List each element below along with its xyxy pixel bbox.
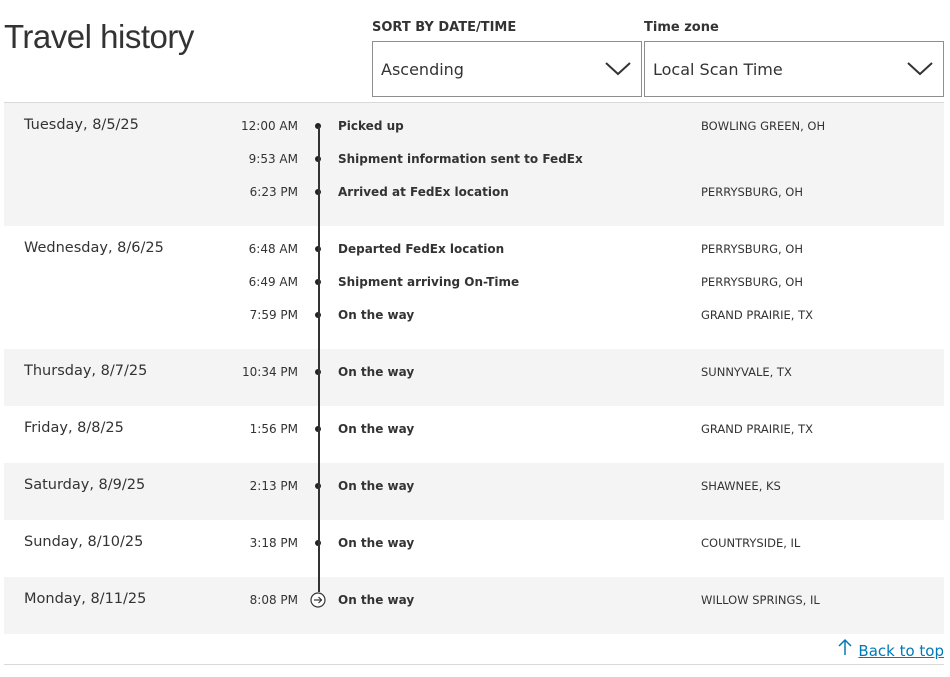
event-row: 8:08 PM On the way WILLOW SPRINGS, IL	[4, 590, 944, 610]
event-status: On the way	[338, 479, 415, 493]
event-location: SHAWNEE, KS	[701, 479, 781, 493]
travel-history-list: Tuesday, 8/5/25 12:00 AM Picked up BOWLING …	[4, 103, 944, 634]
event-row: 9:53 AM Shipment information sent to FedE…	[4, 149, 944, 169]
day-group: Monday, 8/11/25 8:08 PM On the way WILLOW S…	[4, 577, 944, 634]
day-group: Tuesday, 8/5/25 12:00 AM Picked up BOWLING …	[4, 103, 944, 226]
chevron-down-icon	[603, 59, 633, 79]
arrow-right-circle-icon	[310, 592, 326, 608]
event-row: 2:13 PM On the way SHAWNEE, KS	[4, 476, 944, 496]
event-location: SUNNYVALE, TX	[701, 365, 792, 379]
event-time: 8:08 PM	[249, 593, 298, 607]
event-status: On the way	[338, 536, 415, 550]
event-location: GRAND PRAIRIE, TX	[701, 422, 813, 436]
divider	[4, 664, 944, 665]
event-time: 6:48 AM	[248, 242, 298, 256]
event-location: PERRYSBURG, OH	[701, 242, 803, 256]
event-time: 12:00 AM	[241, 119, 298, 133]
event-row: 6:23 PM Arrived at FedEx location PERRYSBU…	[4, 182, 944, 202]
sort-dropdown-value: Ascending	[381, 59, 464, 79]
event-time: 6:23 PM	[249, 185, 298, 199]
event-row: 10:34 PM On the way SUNNYVALE, TX	[4, 362, 944, 382]
event-time: 7:59 PM	[249, 308, 298, 322]
event-status: On the way	[338, 365, 415, 379]
event-time: 9:53 AM	[248, 152, 298, 166]
event-location: COUNTRYSIDE, IL	[701, 536, 801, 550]
event-row: 7:59 PM On the way GRAND PRAIRIE, TX	[4, 305, 944, 325]
event-row: 3:18 PM On the way COUNTRYSIDE, IL	[4, 533, 944, 553]
event-time: 10:34 PM	[242, 365, 298, 379]
event-location: WILLOW SPRINGS, IL	[701, 593, 820, 607]
event-status: On the way	[338, 422, 415, 436]
event-status: On the way	[338, 593, 415, 607]
timezone-dropdown[interactable]: Local Scan Time	[644, 41, 944, 97]
event-time: 6:49 AM	[248, 275, 298, 289]
event-status: Shipment arriving On-Time	[338, 275, 520, 289]
day-group: Sunday, 8/10/25 3:18 PM On the way COUNTRYS…	[4, 520, 944, 577]
event-status: On the way	[338, 308, 415, 322]
event-status: Picked up	[338, 119, 404, 133]
event-row: 12:00 AM Picked up BOWLING GREEN, OH	[4, 116, 944, 136]
day-group: Friday, 8/8/25 1:56 PM On the way GRAND PRA…	[4, 406, 944, 463]
day-group: Wednesday, 8/6/25 6:48 AM Departed FedEx l…	[4, 226, 944, 349]
arrow-up-icon	[838, 638, 852, 660]
event-time: 1:56 PM	[249, 422, 298, 436]
back-to-top-link[interactable]: Back to top	[838, 638, 944, 660]
event-status: Arrived at FedEx location	[338, 185, 509, 199]
event-location: PERRYSBURG, OH	[701, 185, 803, 199]
sort-label: SORT BY DATE/TIME	[372, 20, 517, 35]
event-location: GRAND PRAIRIE, TX	[701, 308, 813, 322]
back-to-top-label: Back to top	[858, 642, 944, 660]
page-title: Travel history	[4, 18, 194, 55]
chevron-down-icon	[905, 59, 935, 79]
event-status: Shipment information sent to FedEx	[338, 152, 583, 166]
event-time: 2:13 PM	[249, 479, 298, 493]
timezone-label: Time zone	[644, 20, 719, 35]
timeline-line	[318, 126, 320, 592]
event-status: Departed FedEx location	[338, 242, 505, 256]
event-row: 1:56 PM On the way GRAND PRAIRIE, TX	[4, 419, 944, 439]
day-group: Thursday, 8/7/25 10:34 PM On the way SUNNYV…	[4, 349, 944, 406]
event-location: BOWLING GREEN, OH	[701, 119, 826, 133]
event-location: PERRYSBURG, OH	[701, 275, 803, 289]
timezone-dropdown-value: Local Scan Time	[653, 59, 783, 79]
sort-dropdown[interactable]: Ascending	[372, 41, 642, 97]
event-time: 3:18 PM	[249, 536, 298, 550]
event-row: 6:49 AM Shipment arriving On-Time PERRYSBU…	[4, 272, 944, 292]
day-group: Saturday, 8/9/25 2:13 PM On the way SHAWNEE…	[4, 463, 944, 520]
event-row: 6:48 AM Departed FedEx location PERRYSBURG…	[4, 239, 944, 259]
